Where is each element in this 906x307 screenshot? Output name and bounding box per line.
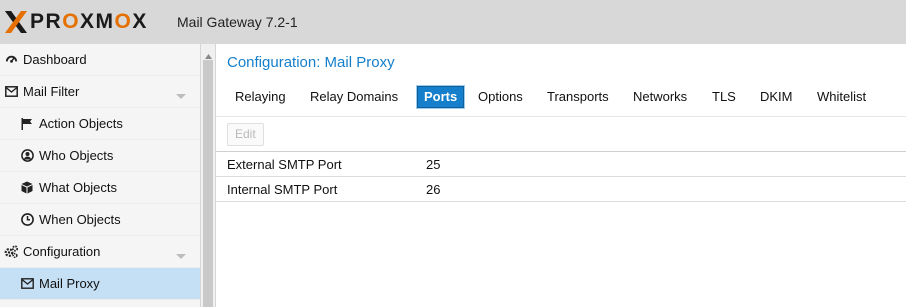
tab-dkim[interactable]: DKIM: [754, 86, 799, 108]
row-value: 26: [426, 182, 441, 197]
scrollbar-thumb[interactable]: [203, 60, 213, 307]
sidebar-item-dashboard[interactable]: Dashboard: [0, 44, 200, 76]
row-name: Internal SMTP Port: [227, 182, 338, 197]
sidebar-item-mail-proxy[interactable]: Mail Proxy: [0, 268, 200, 300]
proxmox-x-icon: [5, 11, 27, 33]
main-panel: Configuration: Mail Proxy Relaying Relay…: [216, 44, 906, 307]
tab-whitelist[interactable]: Whitelist: [811, 86, 872, 108]
cube-icon: [20, 181, 34, 195]
tab-networks[interactable]: Networks: [627, 86, 693, 108]
envelope-icon: [4, 85, 18, 99]
tab-ports[interactable]: Ports: [417, 86, 465, 108]
tab-transports[interactable]: Transports: [541, 86, 615, 108]
row-name: External SMTP Port: [227, 157, 342, 172]
top-header: PROXMOX Mail Gateway 7.2-1: [0, 0, 906, 44]
sidebar-item-configuration[interactable]: Configuration: [0, 236, 200, 268]
sidebar-scrollbar[interactable]: [200, 44, 216, 307]
sidebar-item-action-objects[interactable]: Action Objects: [0, 108, 200, 140]
tab-relaying[interactable]: Relaying: [229, 86, 292, 108]
sidebar-item-mail-filter[interactable]: Mail Filter: [0, 76, 200, 108]
flag-icon: [20, 117, 34, 131]
chevron-down-icon[interactable]: [176, 248, 186, 263]
tab-bar: Relaying Relay Domains Ports Options Tra…: [216, 84, 906, 112]
tab-options[interactable]: Options: [472, 86, 529, 108]
clock-icon: [20, 213, 34, 227]
table-row[interactable]: Internal SMTP Port 26: [216, 177, 906, 202]
chevron-down-icon[interactable]: [176, 88, 186, 103]
user-icon: [20, 149, 34, 163]
proxmox-logo: PROXMOX: [4, 10, 148, 34]
row-value: 25: [426, 157, 441, 172]
envelope-icon: [20, 277, 34, 291]
grid-toolbar: Edit: [216, 116, 906, 152]
ports-grid: External SMTP Port 25 Internal SMTP Port…: [216, 152, 906, 202]
page-title: Configuration: Mail Proxy: [227, 54, 395, 71]
edit-button[interactable]: Edit: [227, 123, 264, 146]
sidebar-item-when-objects[interactable]: When Objects: [0, 204, 200, 236]
sidebar-item-who-objects[interactable]: Who Objects: [0, 140, 200, 172]
dashboard-icon: [4, 53, 18, 67]
tab-relay-domains[interactable]: Relay Domains: [304, 86, 404, 108]
navigation-tree: Dashboard Mail Filter Action Objects Who…: [0, 44, 200, 307]
brand-wordmark: PROXMOX: [30, 10, 148, 33]
gears-icon: [4, 245, 18, 259]
table-row[interactable]: External SMTP Port 25: [216, 152, 906, 177]
sidebar-item-what-objects[interactable]: What Objects: [0, 172, 200, 204]
product-version: Mail Gateway 7.2-1: [177, 14, 298, 30]
tab-tls[interactable]: TLS: [706, 86, 742, 108]
